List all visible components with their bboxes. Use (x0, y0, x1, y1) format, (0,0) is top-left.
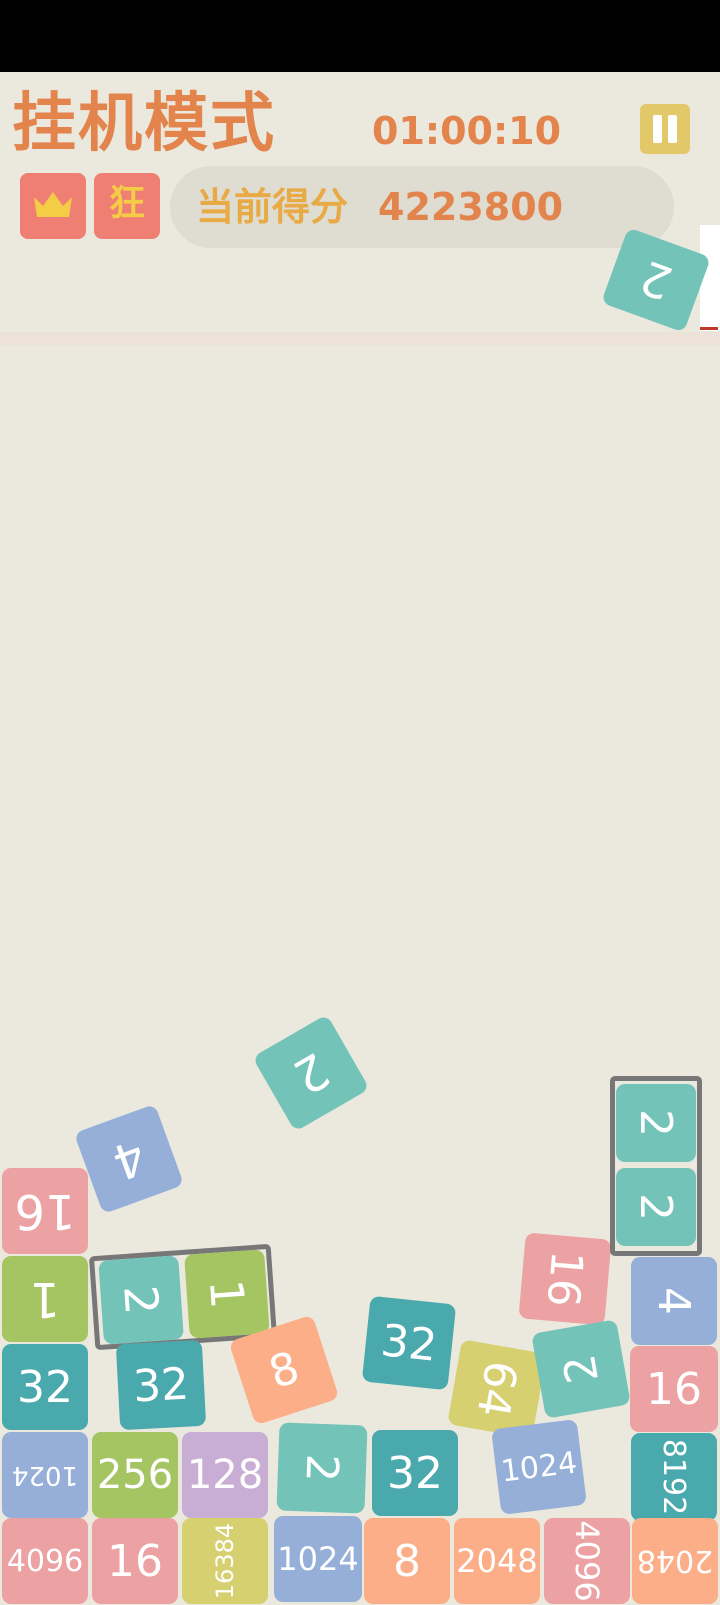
tile[interactable]: 2 (276, 1422, 368, 1514)
crown-badge[interactable] (20, 173, 86, 239)
tile[interactable]: 2048 (454, 1518, 540, 1604)
tile[interactable]: 128 (182, 1432, 268, 1518)
tile[interactable]: 4 (631, 1257, 717, 1345)
tile[interactable]: 16 (2, 1168, 88, 1254)
tile[interactable]: 4096 (544, 1518, 630, 1604)
tile[interactable]: 32 (2, 1344, 88, 1430)
mode-badge[interactable]: 狂 (94, 173, 160, 239)
game-timer: 01:00:10 (372, 109, 562, 153)
tile[interactable]: 4096 (2, 1518, 88, 1604)
drop-indicator-line (700, 327, 718, 330)
tile[interactable]: 16 (630, 1346, 718, 1432)
tile[interactable]: 1 (2, 1256, 88, 1342)
tile[interactable]: 2 (98, 1255, 184, 1345)
pause-icon (653, 115, 662, 143)
tile-group: 2 2 (610, 1076, 702, 1256)
tile[interactable]: 2 (616, 1168, 696, 1246)
tile[interactable]: 1024 (274, 1516, 362, 1602)
tile[interactable]: 2 (531, 1319, 631, 1419)
tile[interactable]: 32 (361, 1295, 457, 1391)
tile[interactable]: 8192 (631, 1433, 717, 1521)
tile[interactable]: 32 (115, 1339, 207, 1431)
tile[interactable]: 8 (364, 1518, 450, 1604)
crown-icon (34, 192, 72, 217)
status-bar (0, 0, 720, 72)
tile[interactable]: 32 (372, 1430, 458, 1516)
page-title: 挂机模式 (12, 87, 276, 161)
tile[interactable]: 16 (518, 1232, 612, 1326)
tile[interactable]: 16 (92, 1518, 178, 1604)
tile[interactable]: 2048 (632, 1518, 718, 1604)
score-label: 当前得分 (196, 185, 349, 229)
tile[interactable]: 2 (616, 1084, 696, 1162)
pause-button[interactable] (640, 104, 690, 154)
tile[interactable]: 1024 (491, 1419, 587, 1515)
tile[interactable]: 16384 (182, 1518, 268, 1604)
tile[interactable]: 4 (73, 1103, 185, 1215)
tile[interactable]: 1 (184, 1249, 270, 1339)
danger-line (0, 332, 720, 345)
tile[interactable]: 256 (92, 1432, 178, 1518)
tile[interactable]: 2 (252, 1014, 370, 1132)
score-value: 4223800 (378, 185, 564, 229)
tile[interactable]: 1024 (2, 1432, 88, 1518)
score-panel: 当前得分 4223800 (170, 166, 674, 248)
